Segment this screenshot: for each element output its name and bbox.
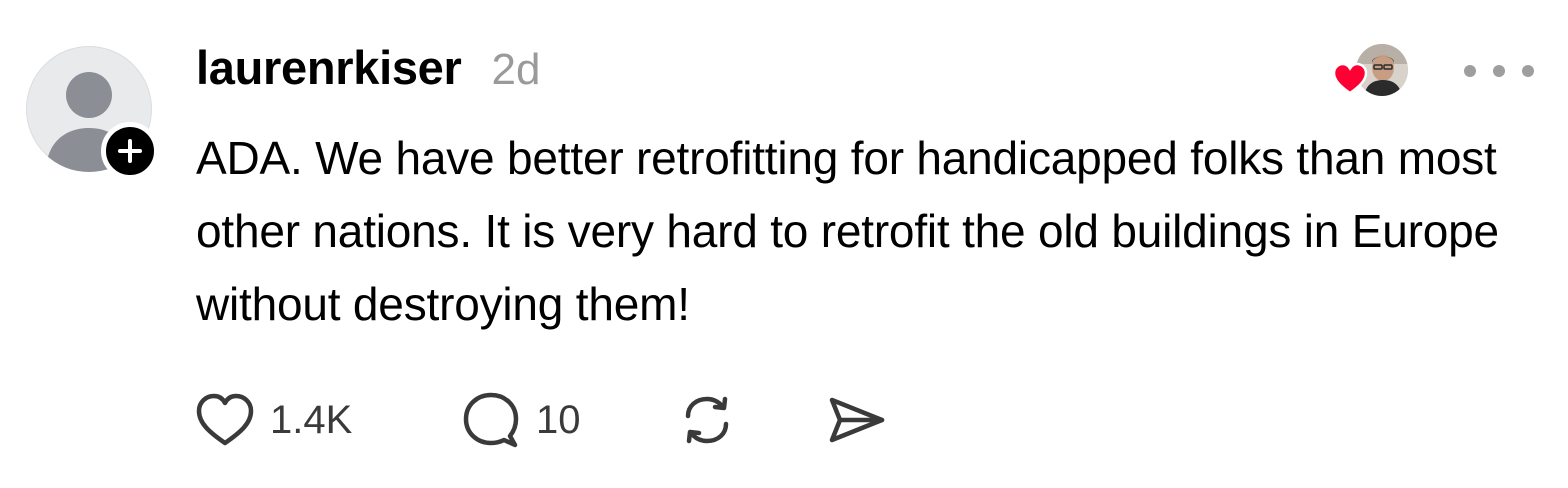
ellipsis-icon [1464, 65, 1476, 77]
heart-icon [1332, 62, 1368, 95]
more-options-button[interactable] [1464, 56, 1534, 86]
post-timestamp: 2d [491, 45, 541, 94]
ellipsis-dot [1522, 65, 1534, 77]
reply-count: 10 [536, 397, 581, 442]
repost-button[interactable] [676, 390, 826, 450]
liked-by-indicator[interactable] [1332, 44, 1412, 100]
repost-icon [685, 396, 729, 444]
send-icon [829, 397, 885, 443]
thread-post: laurenrkiser 2d ADA. We have better retr… [0, 0, 1568, 488]
post-actions: 1.4K 10 [194, 390, 888, 450]
plus-icon [118, 139, 142, 163]
follow-button[interactable] [101, 122, 159, 180]
post-header: laurenrkiser 2d [196, 40, 540, 102]
reply-button[interactable]: 10 [460, 390, 676, 450]
author-username[interactable]: laurenrkiser [196, 40, 462, 95]
ellipsis-dot [1493, 65, 1505, 77]
share-button[interactable] [826, 390, 888, 450]
like-count: 1.4K [270, 397, 353, 442]
post-body: ADA. We have better retrofitting for han… [196, 132, 1499, 330]
like-button[interactable]: 1.4K [194, 392, 460, 448]
heart-outline-icon [196, 393, 254, 446]
comment-icon [463, 392, 519, 448]
